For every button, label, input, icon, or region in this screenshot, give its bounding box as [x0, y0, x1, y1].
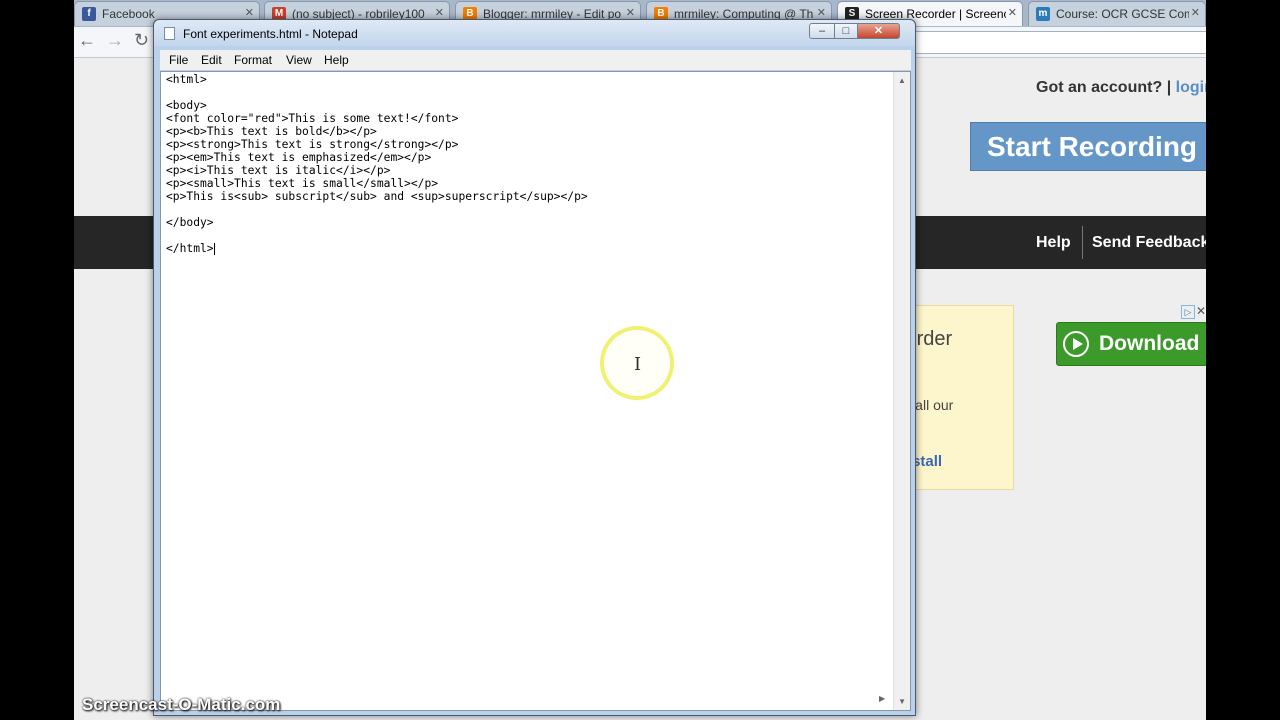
scroll-right-arrow-icon[interactable]: ▶: [879, 694, 885, 703]
tab-close-icon[interactable]: ✕: [626, 6, 635, 19]
tab-close-icon[interactable]: ✕: [245, 6, 254, 19]
send-feedback-link[interactable]: Send Feedback: [1092, 234, 1206, 252]
document-text[interactable]: <html> <body> <font color="red">This is …: [166, 73, 588, 255]
document-content: <html> <body> <font color="red">This is …: [166, 73, 588, 255]
account-prompt-text: Got an account?: [1036, 79, 1163, 96]
scroll-up-arrow-icon[interactable]: ▲: [898, 76, 906, 85]
download-button[interactable]: Download: [1056, 322, 1206, 366]
maximize-button[interactable]: □: [834, 23, 858, 39]
vertical-scrollbar[interactable]: ▲ ▼: [893, 72, 910, 710]
menu-bar: File Edit Format View Help: [160, 50, 911, 70]
text-caret: [213, 243, 215, 255]
menu-view[interactable]: View: [286, 53, 312, 67]
notepad-app-icon: [164, 27, 175, 40]
menu-file[interactable]: File: [169, 53, 188, 67]
close-button[interactable]: ✕: [857, 23, 900, 39]
watermark: Screencast-O-Matic.com: [82, 695, 281, 714]
login-link[interactable]: login: [1176, 79, 1206, 96]
account-divider: |: [1166, 79, 1172, 96]
text-cursor-icon: I: [634, 354, 642, 375]
address-bar[interactable]: [910, 31, 1206, 54]
browser-tab[interactable]: m Course: OCR GCSE Compu✕: [1028, 1, 1206, 26]
nav-separator: [1082, 226, 1083, 259]
text-editor[interactable]: <html> <body> <font color="red">This is …: [160, 71, 911, 711]
account-prompt: Got an account? | login: [1036, 79, 1206, 97]
play-icon: [1063, 331, 1089, 357]
notepad-window: Font experiments.html - Notepad – □ ✕ Fi…: [153, 19, 916, 716]
tab-close-icon[interactable]: ✕: [817, 6, 826, 19]
minimize-button[interactable]: –: [809, 23, 835, 39]
advertisement[interactable]: Screen Recorder looking? Download and in…: [900, 305, 1014, 490]
tab-close-icon[interactable]: ✕: [435, 6, 444, 19]
tab-close-icon[interactable]: ✕: [1191, 6, 1200, 19]
menu-help[interactable]: Help: [324, 53, 349, 67]
forward-arrow-icon[interactable]: →: [106, 30, 124, 51]
notepad-title-bar[interactable]: Font experiments.html - Notepad – □ ✕: [154, 20, 915, 46]
help-link[interactable]: Help: [1036, 234, 1071, 252]
moodle-icon: m: [1036, 7, 1050, 21]
tab-close-icon[interactable]: ✕: [1008, 6, 1017, 19]
menu-format[interactable]: Format: [234, 53, 272, 67]
tab-label: Course: OCR GCSE Compu: [1056, 7, 1189, 21]
download-button-label: Download: [1099, 332, 1200, 355]
menu-edit[interactable]: Edit: [201, 53, 222, 67]
reload-icon[interactable]: ↻: [134, 30, 149, 51]
window-title: Font experiments.html - Notepad: [183, 27, 358, 41]
back-arrow-icon[interactable]: ←: [78, 30, 96, 51]
start-recording-button[interactable]: Start Recording: [970, 122, 1206, 171]
adchoices-icon[interactable]: ▷: [1181, 305, 1195, 319]
scroll-down-arrow-icon[interactable]: ▼: [898, 697, 906, 706]
ad-close-icon[interactable]: ✕: [1196, 304, 1206, 318]
facebook-icon: f: [82, 7, 96, 21]
